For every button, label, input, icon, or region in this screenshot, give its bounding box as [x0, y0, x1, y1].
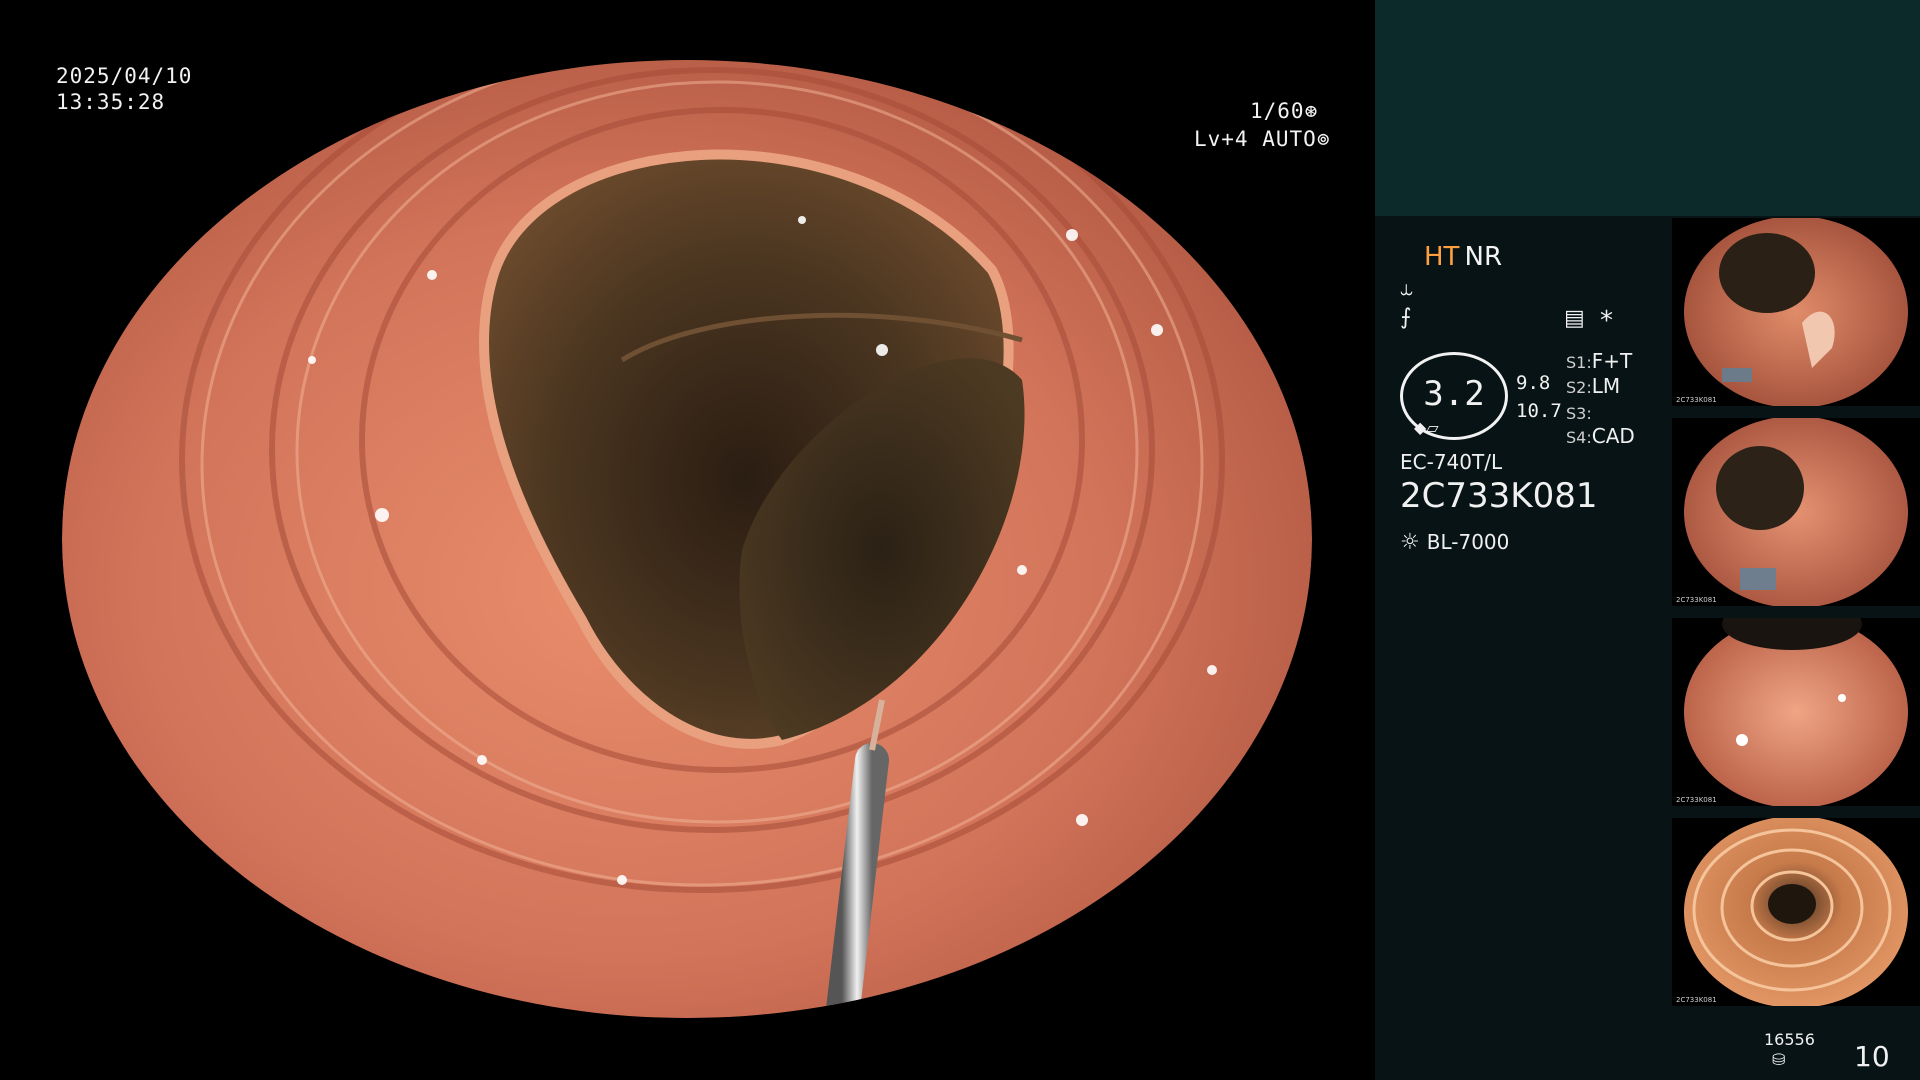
thumbnail-1[interactable]: 2C733K081: [1672, 218, 1920, 406]
image-modes: HT NR: [1424, 242, 1502, 272]
storage-icon: ⛁: [1772, 1050, 1786, 1069]
mode-value: AUTO: [1262, 127, 1317, 151]
endoscopic-view: [62, 60, 1312, 1018]
mode-nr: NR: [1464, 242, 1503, 272]
slot-1: S1:F+T: [1566, 349, 1633, 373]
light-icon: ☼: [1400, 530, 1420, 555]
slot-4: S4:CAD: [1566, 424, 1635, 448]
value-b: 10.7: [1516, 400, 1562, 422]
storage-count: 16556: [1764, 1030, 1815, 1049]
image-count: 10: [1854, 1040, 1890, 1073]
capture-time: 13:35:28: [56, 90, 166, 114]
shutter-icon: ⊛: [1304, 99, 1319, 123]
scope-serial: 2C733K081: [1400, 476, 1598, 516]
shutter-value: 1/60: [1250, 99, 1305, 123]
gauge-indicator-icon: ◆▱: [1414, 418, 1439, 437]
settings-icon: ▤: [1564, 306, 1585, 331]
thumbnail-4[interactable]: 2C733K081: [1672, 818, 1920, 1006]
aperture-icon: ⊚: [1316, 127, 1331, 151]
thumbnail-3[interactable]: 2C733K081: [1672, 618, 1920, 806]
scope-model: EC-740T/L: [1400, 450, 1503, 474]
value-a: 9.8: [1516, 372, 1551, 394]
gauge-value: 3.2: [1423, 374, 1485, 414]
enhance-icon: ⥿: [1400, 276, 1413, 301]
capture-date: 2025/04/10: [56, 64, 193, 88]
shutter-readout: 1/60⊛: [1250, 98, 1318, 124]
slot-2: S2:LM: [1566, 374, 1621, 398]
light-source: ☼ BL-7000: [1400, 530, 1510, 555]
slot-3: S3:: [1566, 404, 1592, 423]
level-value: Lv+4: [1194, 127, 1249, 151]
thumbnail-2[interactable]: 2C733K081: [1672, 418, 1920, 606]
mode-ht: HT: [1424, 242, 1460, 272]
star-indicator: *: [1600, 306, 1613, 336]
exposure-readout: Lv+4 AUTO⊚: [1194, 126, 1330, 152]
panel-header-area: [1375, 0, 1920, 216]
color-icon: ⨍: [1400, 305, 1412, 330]
